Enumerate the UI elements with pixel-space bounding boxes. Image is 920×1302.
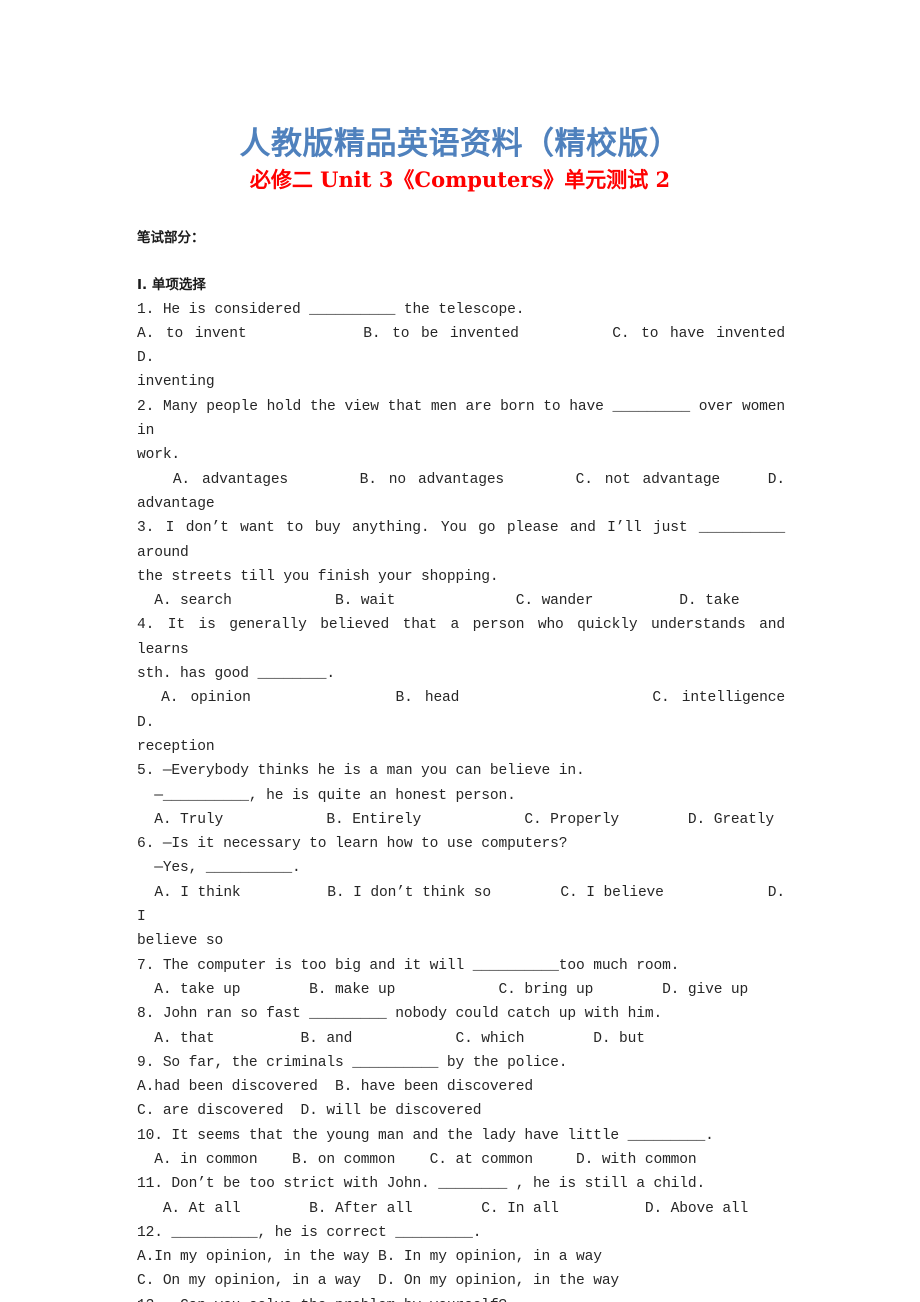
question-12-stem: 12. __________, he is correct _________. bbox=[137, 1224, 482, 1241]
question-9-options-cd: C. are discovered D. will be discovered bbox=[137, 1103, 482, 1120]
question-7-stem: 7. The computer is too big and it will _… bbox=[137, 957, 680, 974]
question-11-stem: 11. Don’t be too strict with John. _____… bbox=[137, 1176, 706, 1193]
question-6-stem-2: —Yes, __________. bbox=[137, 860, 301, 877]
question-8-options: A. that B. and C. which D. but bbox=[137, 1030, 645, 1047]
question-3-options: A. search B. wait C. wander D. take bbox=[137, 593, 740, 610]
question-2-stem: 2. Many people hold the view that men ar… bbox=[137, 398, 794, 440]
question-11-options: A. At all B. After all C. In all D. Abov… bbox=[137, 1200, 749, 1217]
question-3-stem: 3. I don’t want to buy anything. You go … bbox=[137, 520, 794, 561]
question-1-stem: 1. He is considered __________ the teles… bbox=[137, 301, 525, 318]
question-4-options-wrap: reception bbox=[137, 738, 215, 755]
question-5-stem: 5. —Everybody thinks he is a man you can… bbox=[137, 763, 585, 780]
question-1-options: A. to invent B. to be invented C. to hav… bbox=[137, 325, 872, 367]
document-subtitle: 必修二 Unit 3《Computers》单元测试 2 bbox=[249, 167, 671, 192]
question-5-options: A. Truly B. Entirely C. Properly D. Grea… bbox=[137, 811, 774, 828]
question-4-options: A. opinion B. head C. intelligence D. bbox=[137, 690, 889, 731]
question-7-options: A. take up B. make up C. bring up D. giv… bbox=[137, 981, 749, 998]
question-10-options: A. in common B. on common C. at common D… bbox=[137, 1151, 697, 1168]
question-2-options: A. advantages B. no advantages C. not ad… bbox=[137, 471, 794, 512]
question-9-options-ab: A.had been discovered B. have been disco… bbox=[137, 1079, 533, 1096]
question-6-options: A. I think B. I don’t think so C. I beli… bbox=[137, 884, 794, 926]
question-10-stem: 10. It seems that the young man and the … bbox=[137, 1127, 714, 1144]
document-title: 人教版精品英语资料（精校版） bbox=[239, 126, 681, 162]
question-9-stem: 9. So far, the criminals __________ by t… bbox=[137, 1054, 568, 1071]
question-1-options-wrap: inventing bbox=[137, 374, 215, 391]
question-6-stem: 6. —Is it necessary to learn how to use … bbox=[137, 836, 568, 853]
question-4-stem: 4. It is generally believed that a perso… bbox=[137, 617, 794, 658]
question-5-stem-2: —__________, he is quite an honest perso… bbox=[137, 787, 516, 804]
question-8-stem: 8. John ran so fast _________ nobody cou… bbox=[137, 1006, 663, 1023]
question-2-stem-wrap: work. bbox=[137, 447, 181, 464]
document-body: 笔试部分： I. 单项选择 1. He is considered ______… bbox=[137, 226, 785, 1302]
section-heading-multiple-choice: I. 单项选择 bbox=[137, 277, 206, 294]
question-12-options-ab: A.In my opinion, in the way B. In my opi… bbox=[137, 1249, 602, 1266]
question-13-stem: 13. —Can you solve the problem by yourse… bbox=[137, 1294, 785, 1302]
question-6-options-wrap: believe so bbox=[137, 933, 224, 950]
question-12-options-cd: C. On my opinion, in a way D. On my opin… bbox=[137, 1273, 620, 1290]
question-4-stem-wrap: sth. has good ________. bbox=[137, 666, 335, 683]
document-page: 人教版精品英语资料（精校版） 必修二 Unit 3《Computers》单元测试… bbox=[0, 0, 920, 1302]
question-3-stem-wrap: the streets till you finish your shoppin… bbox=[137, 568, 499, 585]
written-part-heading: 笔试部分： bbox=[137, 230, 205, 246]
